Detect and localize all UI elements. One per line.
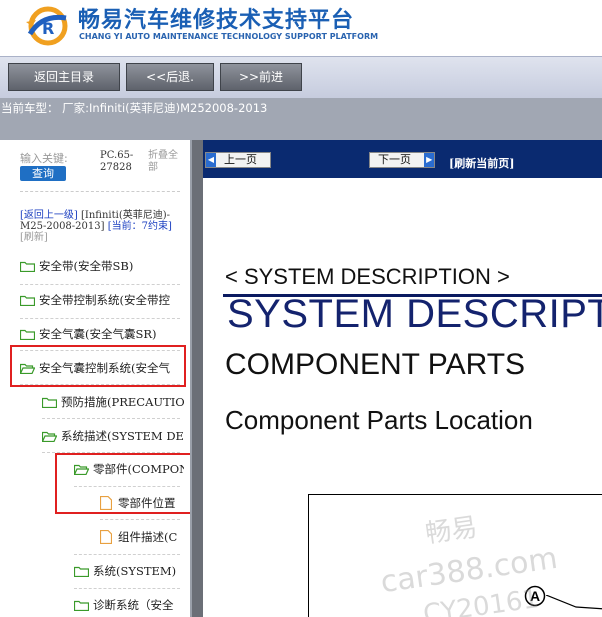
breadcrumb: [返回上一级] [Infiniti(英菲尼迪)-M25-2008-2013] [… [20,210,180,243]
highlight-box [55,453,190,514]
forward-button[interactable]: >>前进 [220,63,302,91]
tree-item-label: 预防措施(PRECAUTION [61,395,184,409]
next-page-label: 下一页 [378,153,411,166]
page-toolbar: ◀ 上一页 下一页 ▶ [刷新当前页] [203,140,602,178]
prev-page-button[interactable]: ◀ 上一页 [205,152,271,168]
section-label: < SYSTEM DESCRIPTION > [225,264,510,289]
tree-item-airbag[interactable]: 安全气囊(安全气囊SR) [20,324,188,344]
tree-item-diagnosis-system[interactable]: 诊断系统（安全 [74,595,184,615]
prev-page-label: 上一页 [224,153,257,166]
document-icon [100,530,112,544]
home-button[interactable]: 返回主目录 [8,63,120,91]
callout-leader-line [546,595,602,610]
back-button[interactable]: <<后退. [126,63,214,91]
model-bar: 当前车型： 厂家:Infiniti(英菲尼迪)M252008-2013 [0,98,602,140]
highlight-box [10,345,186,387]
tree-item-label: 安全带(安全带SB) [39,259,134,273]
watermark-text: 畅易 [423,512,480,550]
folder-icon [74,566,89,577]
tree-item-label: 诊断系统（安全 [93,598,174,612]
refresh-page-link[interactable]: [刷新当前页] [449,155,514,171]
tree-item-label: 系统(SYSTEM) [93,564,177,578]
refresh-link[interactable]: [刷新] [20,232,48,243]
back-up-link[interactable]: [返回上一级] [20,210,78,221]
panel-splitter[interactable] [190,140,203,617]
tree-item-component-description[interactable]: 组件描述(C [100,527,184,547]
tree-item-seat-belt[interactable]: 安全带(安全带SB) [20,256,188,276]
folder-icon [20,295,35,306]
divider [74,554,180,555]
keyword-label: 输入关键: [20,152,68,165]
divider [20,284,180,285]
arrow-right-icon: ▶ [424,153,434,167]
divider [20,191,180,192]
folder-open-icon [42,431,57,442]
header: R 畅易汽车维修技术支持平台 CHANG YI AUTO MAINTENANCE… [0,0,602,56]
page-heading: COMPONENT PARTS [225,348,526,381]
site-subtitle: CHANG YI AUTO MAINTENANCE TECHNOLOGY SUP… [79,32,379,41]
tree-item-label: 安全带控制系统(安全带控 [39,293,170,307]
tree-item-system-description[interactable]: 系统描述(SYSTEM DE [42,426,184,446]
tree-item-label: 安全气囊(安全气囊SR) [39,327,157,341]
folder-icon [20,329,35,340]
breadcrumb-current: [当前：7约束] [107,221,172,232]
folder-icon [74,600,89,611]
pc-code: PC.65-27828 [100,150,134,173]
arrow-left-icon: ◀ [206,153,216,167]
divider [74,588,180,589]
tree-item-precautions[interactable]: 预防措施(PRECAUTION [42,392,184,412]
tree-item-seat-belt-control[interactable]: 安全带控制系统(安全带控 [20,290,184,310]
next-page-button[interactable]: 下一页 ▶ [369,152,435,168]
divider [20,318,180,319]
divider [100,519,180,520]
tree-item-system[interactable]: 系统(SYSTEM) [74,561,184,581]
site-title: 畅易汽车维修技术支持平台 [78,8,355,33]
folder-icon [20,261,35,272]
folder-icon [42,397,57,408]
tree-item-label: 系统描述(SYSTEM DE [61,429,184,443]
left-panel: 输入关键: 查询 PC.65-27828 折叠全部 [返回上一级] [Infin… [0,140,190,617]
tree-item-label: 组件描述(C [118,530,178,544]
svg-text:R: R [42,19,54,38]
divider [42,418,180,419]
current-model-text: 当前车型： 厂家:Infiniti(英菲尼迪)M252008-2013 [1,101,268,115]
page-subheading: Component Parts Location [225,405,533,435]
fold-all-button[interactable]: 折叠全部 [148,150,184,174]
nav-bar: 返回主目录 <<后退. >>前进 [0,56,602,98]
section-title: SYSTEM DESCRIPTION [227,292,602,336]
cy-logo-icon: R [26,6,68,46]
search-button[interactable]: 查询 [20,166,66,181]
